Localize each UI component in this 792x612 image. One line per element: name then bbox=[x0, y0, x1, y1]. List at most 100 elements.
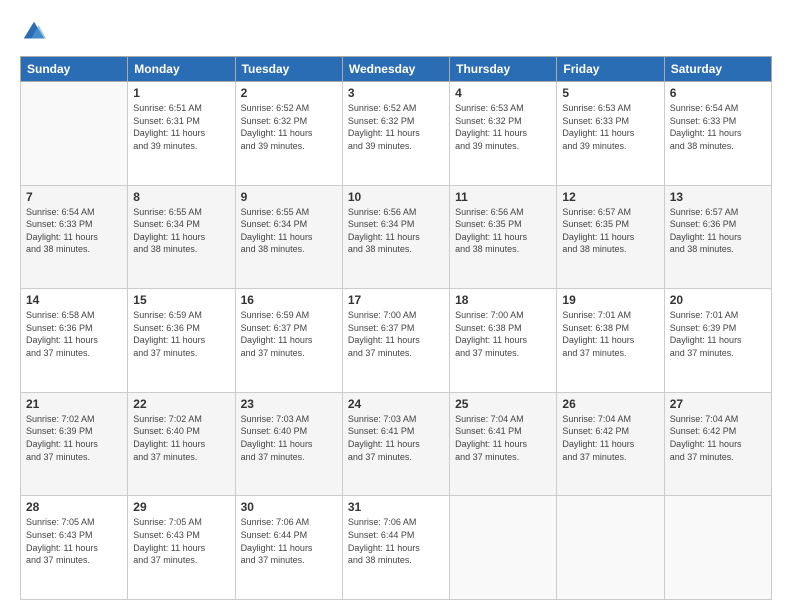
day-header-tuesday: Tuesday bbox=[235, 57, 342, 82]
calendar-cell: 16 Sunrise: 6:59 AM Sunset: 6:37 PM Dayli… bbox=[235, 289, 342, 393]
calendar-table: SundayMondayTuesdayWednesdayThursdayFrid… bbox=[20, 56, 772, 600]
logo bbox=[20, 18, 52, 46]
day-number: 23 bbox=[241, 397, 337, 411]
calendar-cell: 13 Sunrise: 6:57 AM Sunset: 6:36 PM Dayli… bbox=[664, 185, 771, 289]
calendar-cell: 1 Sunrise: 6:51 AM Sunset: 6:31 PM Daylig… bbox=[128, 82, 235, 186]
day-number: 21 bbox=[26, 397, 122, 411]
calendar-cell: 5 Sunrise: 6:53 AM Sunset: 6:33 PM Daylig… bbox=[557, 82, 664, 186]
calendar-cell: 31 Sunrise: 7:06 AM Sunset: 6:44 PM Dayli… bbox=[342, 496, 449, 600]
day-info: Sunrise: 6:55 AM Sunset: 6:34 PM Dayligh… bbox=[133, 206, 229, 256]
day-header-saturday: Saturday bbox=[664, 57, 771, 82]
day-number: 6 bbox=[670, 86, 766, 100]
day-number: 24 bbox=[348, 397, 444, 411]
day-number: 15 bbox=[133, 293, 229, 307]
day-number: 18 bbox=[455, 293, 551, 307]
day-number: 8 bbox=[133, 190, 229, 204]
calendar-cell bbox=[664, 496, 771, 600]
day-info: Sunrise: 7:01 AM Sunset: 6:38 PM Dayligh… bbox=[562, 309, 658, 359]
day-header-wednesday: Wednesday bbox=[342, 57, 449, 82]
calendar-week-row: 7 Sunrise: 6:54 AM Sunset: 6:33 PM Daylig… bbox=[21, 185, 772, 289]
day-info: Sunrise: 7:02 AM Sunset: 6:39 PM Dayligh… bbox=[26, 413, 122, 463]
calendar-cell: 25Sunrise: 7:04 AM Sunset: 6:41 PM Dayli… bbox=[450, 392, 557, 496]
calendar-cell: 11 Sunrise: 6:56 AM Sunset: 6:35 PM Dayli… bbox=[450, 185, 557, 289]
day-info: Sunrise: 6:54 AM Sunset: 6:33 PM Dayligh… bbox=[26, 206, 122, 256]
day-number: 16 bbox=[241, 293, 337, 307]
day-info: Sunrise: 6:52 AM Sunset: 6:32 PM Dayligh… bbox=[241, 102, 337, 152]
day-number: 28 bbox=[26, 500, 122, 514]
day-header-monday: Monday bbox=[128, 57, 235, 82]
day-info: Sunrise: 6:53 AM Sunset: 6:32 PM Dayligh… bbox=[455, 102, 551, 152]
calendar-cell: 15 Sunrise: 6:59 AM Sunset: 6:36 PM Dayli… bbox=[128, 289, 235, 393]
day-number: 7 bbox=[26, 190, 122, 204]
day-number: 26 bbox=[562, 397, 658, 411]
day-info: Sunrise: 7:02 AM Sunset: 6:40 PM Dayligh… bbox=[133, 413, 229, 463]
calendar-cell: 8 Sunrise: 6:55 AM Sunset: 6:34 PM Daylig… bbox=[128, 185, 235, 289]
day-info: Sunrise: 7:06 AM Sunset: 6:44 PM Dayligh… bbox=[348, 516, 444, 566]
calendar-week-row: 21 Sunrise: 7:02 AM Sunset: 6:39 PM Dayli… bbox=[21, 392, 772, 496]
calendar-cell: 24 Sunrise: 7:03 AM Sunset: 6:41 PM Dayli… bbox=[342, 392, 449, 496]
day-number: 22 bbox=[133, 397, 229, 411]
calendar-cell: 12Sunrise: 6:57 AM Sunset: 6:35 PM Dayli… bbox=[557, 185, 664, 289]
day-info: Sunrise: 6:57 AM Sunset: 6:36 PM Dayligh… bbox=[670, 206, 766, 256]
calendar-cell: 22 Sunrise: 7:02 AM Sunset: 6:40 PM Dayli… bbox=[128, 392, 235, 496]
day-info: Sunrise: 7:00 AM Sunset: 6:37 PM Dayligh… bbox=[348, 309, 444, 359]
day-number: 30 bbox=[241, 500, 337, 514]
calendar-cell: 20 Sunrise: 7:01 AM Sunset: 6:39 PM Dayli… bbox=[664, 289, 771, 393]
calendar-cell: 2 Sunrise: 6:52 AM Sunset: 6:32 PM Daylig… bbox=[235, 82, 342, 186]
day-info: Sunrise: 7:05 AM Sunset: 6:43 PM Dayligh… bbox=[133, 516, 229, 566]
calendar-cell: 30 Sunrise: 7:06 AM Sunset: 6:44 PM Dayli… bbox=[235, 496, 342, 600]
day-info: Sunrise: 6:57 AM Sunset: 6:35 PM Dayligh… bbox=[562, 206, 658, 256]
calendar-cell: 14 Sunrise: 6:58 AM Sunset: 6:36 PM Dayli… bbox=[21, 289, 128, 393]
day-info: Sunrise: 6:59 AM Sunset: 6:36 PM Dayligh… bbox=[133, 309, 229, 359]
day-info: Sunrise: 6:51 AM Sunset: 6:31 PM Dayligh… bbox=[133, 102, 229, 152]
day-info: Sunrise: 7:05 AM Sunset: 6:43 PM Dayligh… bbox=[26, 516, 122, 566]
day-header-thursday: Thursday bbox=[450, 57, 557, 82]
calendar-cell: 18 Sunrise: 7:00 AM Sunset: 6:38 PM Dayli… bbox=[450, 289, 557, 393]
day-number: 2 bbox=[241, 86, 337, 100]
day-number: 4 bbox=[455, 86, 551, 100]
day-header-friday: Friday bbox=[557, 57, 664, 82]
day-number: 25 bbox=[455, 397, 551, 411]
calendar-cell: 4 Sunrise: 6:53 AM Sunset: 6:32 PM Daylig… bbox=[450, 82, 557, 186]
calendar-cell: 27 Sunrise: 7:04 AM Sunset: 6:42 PM Dayli… bbox=[664, 392, 771, 496]
day-info: Sunrise: 7:03 AM Sunset: 6:41 PM Dayligh… bbox=[348, 413, 444, 463]
day-info: Sunrise: 7:06 AM Sunset: 6:44 PM Dayligh… bbox=[241, 516, 337, 566]
day-info: Sunrise: 6:55 AM Sunset: 6:34 PM Dayligh… bbox=[241, 206, 337, 256]
day-number: 17 bbox=[348, 293, 444, 307]
day-info: Sunrise: 6:58 AM Sunset: 6:36 PM Dayligh… bbox=[26, 309, 122, 359]
day-number: 9 bbox=[241, 190, 337, 204]
day-info: Sunrise: 6:53 AM Sunset: 6:33 PM Dayligh… bbox=[562, 102, 658, 152]
calendar-cell: 21 Sunrise: 7:02 AM Sunset: 6:39 PM Dayli… bbox=[21, 392, 128, 496]
day-number: 31 bbox=[348, 500, 444, 514]
calendar-cell: 17 Sunrise: 7:00 AM Sunset: 6:37 PM Dayli… bbox=[342, 289, 449, 393]
day-header-sunday: Sunday bbox=[21, 57, 128, 82]
calendar-week-row: 1 Sunrise: 6:51 AM Sunset: 6:31 PM Daylig… bbox=[21, 82, 772, 186]
day-number: 10 bbox=[348, 190, 444, 204]
calendar-cell: 7 Sunrise: 6:54 AM Sunset: 6:33 PM Daylig… bbox=[21, 185, 128, 289]
calendar-cell: 28 Sunrise: 7:05 AM Sunset: 6:43 PM Dayli… bbox=[21, 496, 128, 600]
day-info: Sunrise: 7:04 AM Sunset: 6:42 PM Dayligh… bbox=[670, 413, 766, 463]
day-info: Sunrise: 7:00 AM Sunset: 6:38 PM Dayligh… bbox=[455, 309, 551, 359]
day-info: Sunrise: 6:54 AM Sunset: 6:33 PM Dayligh… bbox=[670, 102, 766, 152]
day-number: 5 bbox=[562, 86, 658, 100]
calendar-cell: 9 Sunrise: 6:55 AM Sunset: 6:34 PM Daylig… bbox=[235, 185, 342, 289]
day-number: 11 bbox=[455, 190, 551, 204]
day-number: 29 bbox=[133, 500, 229, 514]
day-number: 13 bbox=[670, 190, 766, 204]
day-info: Sunrise: 6:56 AM Sunset: 6:35 PM Dayligh… bbox=[455, 206, 551, 256]
calendar-cell bbox=[450, 496, 557, 600]
calendar-header-row: SundayMondayTuesdayWednesdayThursdayFrid… bbox=[21, 57, 772, 82]
day-number: 14 bbox=[26, 293, 122, 307]
day-number: 1 bbox=[133, 86, 229, 100]
day-info: Sunrise: 7:01 AM Sunset: 6:39 PM Dayligh… bbox=[670, 309, 766, 359]
day-info: Sunrise: 6:59 AM Sunset: 6:37 PM Dayligh… bbox=[241, 309, 337, 359]
calendar-cell: 3Sunrise: 6:52 AM Sunset: 6:32 PM Daylig… bbox=[342, 82, 449, 186]
day-number: 27 bbox=[670, 397, 766, 411]
calendar-week-row: 28 Sunrise: 7:05 AM Sunset: 6:43 PM Dayli… bbox=[21, 496, 772, 600]
day-number: 20 bbox=[670, 293, 766, 307]
calendar-cell bbox=[557, 496, 664, 600]
calendar-cell: 10 Sunrise: 6:56 AM Sunset: 6:34 PM Dayli… bbox=[342, 185, 449, 289]
calendar-page: SundayMondayTuesdayWednesdayThursdayFrid… bbox=[0, 0, 792, 612]
day-info: Sunrise: 6:56 AM Sunset: 6:34 PM Dayligh… bbox=[348, 206, 444, 256]
day-info: Sunrise: 7:03 AM Sunset: 6:40 PM Dayligh… bbox=[241, 413, 337, 463]
